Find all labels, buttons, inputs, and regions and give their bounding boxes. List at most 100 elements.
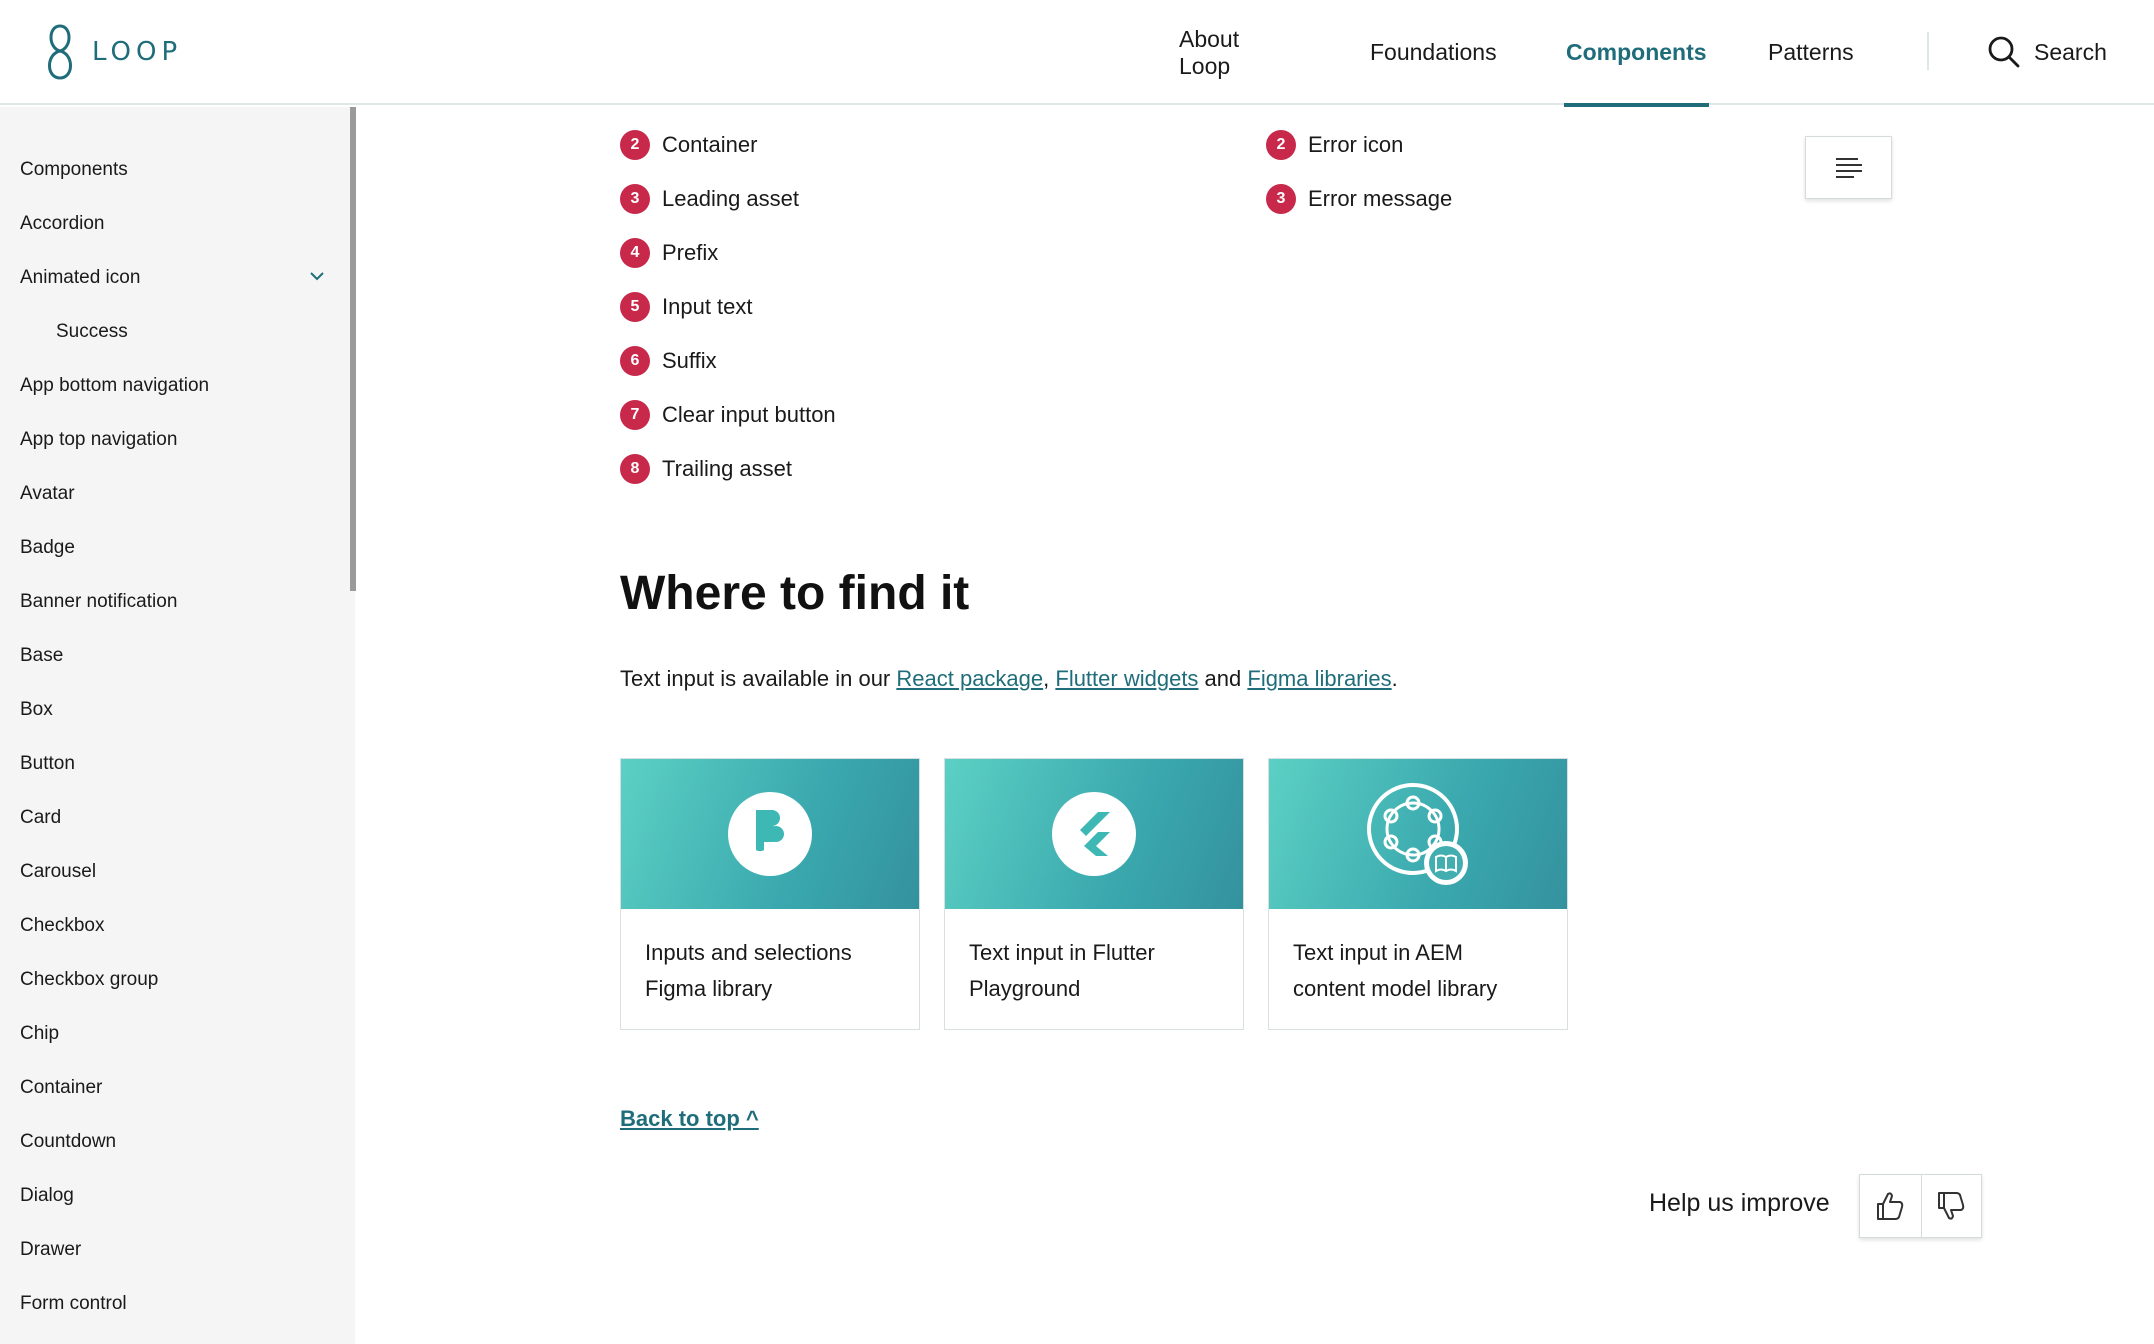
sidebar-item-carousel[interactable]: Carousel (20, 857, 96, 887)
card-title: Inputs and selections Figma library (621, 909, 919, 1007)
card-title-line: Text input in AEM (1293, 940, 1463, 965)
sidebar-item-success[interactable]: Success (56, 317, 128, 347)
flutter-widgets-link[interactable]: Flutter widgets (1055, 666, 1198, 691)
card-title: Text input in AEM content model library (1269, 909, 1567, 1007)
search-button[interactable]: Search (1988, 30, 2107, 74)
sidebar-item-app-bottom-navigation[interactable]: App bottom navigation (20, 371, 209, 401)
table-of-contents-button[interactable] (1805, 136, 1892, 199)
sidebar-item-dialog[interactable]: Dialog (20, 1181, 74, 1211)
card-icon-circle (728, 792, 812, 876)
loop-logo-icon (48, 24, 72, 80)
aem-library-card[interactable]: Text input in AEM content model library (1268, 758, 1568, 1030)
anatomy-item: 3 Leading asset (620, 184, 799, 214)
section-heading: Where to find it (620, 567, 970, 620)
thumbs-up-button[interactable] (1860, 1175, 1921, 1237)
paragraph-separator: , (1043, 666, 1056, 691)
paragraph-separator: and (1198, 666, 1248, 691)
card-title-line: Text input in Flutter (969, 940, 1155, 965)
anatomy-label: Error icon (1308, 132, 1404, 157)
anatomy-item: 3 Error message (1266, 184, 1452, 214)
search-label: Search (2034, 38, 2107, 65)
number-badge: 2 (1266, 130, 1296, 160)
nav-divider (1927, 32, 1929, 70)
sidebar-item-base[interactable]: Base (20, 641, 63, 671)
card-banner (945, 759, 1243, 909)
chevron-down-icon[interactable] (306, 265, 328, 287)
anatomy-item: 8 Trailing asset (620, 454, 792, 484)
number-badge: 3 (1266, 184, 1296, 214)
sidebar-item-components[interactable]: Components (20, 155, 128, 185)
search-icon (1988, 36, 2020, 68)
figma-libraries-link[interactable]: Figma libraries (1247, 666, 1391, 691)
thumbs-down-button[interactable] (1920, 1175, 1982, 1237)
sidebar-item-container[interactable]: Container (20, 1073, 102, 1103)
sidebar-item-checkbox-group[interactable]: Checkbox group (20, 965, 158, 995)
paragraph-text: Text input is available in our (620, 666, 897, 691)
thumbs-down-icon (1938, 1192, 1965, 1220)
card-banner (621, 759, 919, 909)
anatomy-label: Suffix (662, 348, 717, 373)
nav-patterns[interactable]: Patterns (1766, 0, 1856, 105)
card-title-line: content model library (1293, 976, 1498, 1001)
sidebar-item-animated-icon[interactable]: Animated icon (20, 263, 140, 293)
sidebar-item-badge[interactable]: Badge (20, 533, 75, 563)
sidebar-item-avatar[interactable]: Avatar (20, 479, 75, 509)
number-badge: 2 (620, 130, 650, 160)
number-badge: 7 (620, 400, 650, 430)
anatomy-item: 6 Suffix (620, 346, 717, 376)
flutter-icon (1080, 812, 1110, 856)
aem-library-icon (1367, 783, 1468, 885)
anatomy-label: Leading asset (662, 186, 799, 211)
nav-components[interactable]: Components (1564, 0, 1709, 107)
anatomy-item: 5 Input text (620, 292, 753, 322)
anatomy-label: Input text (662, 294, 753, 319)
back-to-top-link[interactable]: Back to top ^ (620, 1106, 759, 1132)
sidebar-item-checkbox[interactable]: Checkbox (20, 911, 105, 941)
anatomy-item: 7 Clear input button (620, 400, 836, 430)
menu-lines-icon (1835, 157, 1862, 178)
card-icon-circle (1052, 792, 1136, 876)
flutter-playground-card[interactable]: Text input in Flutter Playground (944, 758, 1244, 1030)
number-badge: 8 (620, 454, 650, 484)
number-badge: 6 (620, 346, 650, 376)
logo-text: LOOP (92, 37, 183, 67)
feedback-buttons (1859, 1174, 1982, 1238)
number-badge: 3 (620, 184, 650, 214)
number-badge: 5 (620, 292, 650, 322)
number-badge: 4 (620, 238, 650, 268)
card-title-line: Figma library (645, 976, 773, 1001)
nav-foundations[interactable]: Foundations (1368, 0, 1499, 105)
top-header: LOOP About Loop Foundations Components P… (0, 0, 2154, 107)
sidebar-item-countdown[interactable]: Countdown (20, 1127, 116, 1157)
anatomy-label: Container (662, 132, 758, 157)
anatomy-label: Prefix (662, 240, 719, 265)
sidebar: Components Accordion Animated icon Succe… (0, 107, 355, 1344)
availability-paragraph: Text input is available in our React pac… (620, 666, 1398, 692)
anatomy-label: Error message (1308, 186, 1453, 211)
sidebar-item-box[interactable]: Box (20, 695, 53, 725)
sidebar-item-accordion[interactable]: Accordion (20, 209, 105, 239)
sidebar-item-button[interactable]: Button (20, 749, 75, 779)
anatomy-item: 2 Error icon (1266, 130, 1403, 160)
loop-logo[interactable]: LOOP (42, 24, 182, 80)
anatomy-item: 2 Container (620, 130, 757, 160)
sidebar-item-app-top-navigation[interactable]: App top navigation (20, 425, 177, 455)
card-banner (1269, 759, 1567, 909)
sidebar-item-drawer[interactable]: Drawer (20, 1235, 81, 1265)
thumbs-up-icon (1877, 1192, 1904, 1220)
figma-icon (756, 810, 784, 852)
card-title: Text input in Flutter Playground (945, 909, 1243, 1007)
paragraph-text: . (1391, 666, 1398, 691)
card-title-line: Playground (969, 976, 1081, 1001)
anatomy-label: Clear input button (662, 402, 836, 427)
sidebar-item-form-control[interactable]: Form control (20, 1289, 127, 1319)
sidebar-item-card[interactable]: Card (20, 803, 61, 833)
anatomy-label: Trailing asset (662, 456, 793, 481)
figma-library-card[interactable]: Inputs and selections Figma library (620, 758, 920, 1030)
nav-about-loop[interactable]: About Loop (1177, 0, 1241, 105)
sidebar-scrollbar[interactable] (350, 107, 356, 591)
card-title-line: Inputs and selections (645, 940, 852, 965)
sidebar-item-banner-notification[interactable]: Banner notification (20, 587, 177, 617)
sidebar-item-chip[interactable]: Chip (20, 1019, 59, 1049)
react-package-link[interactable]: React package (896, 666, 1043, 691)
